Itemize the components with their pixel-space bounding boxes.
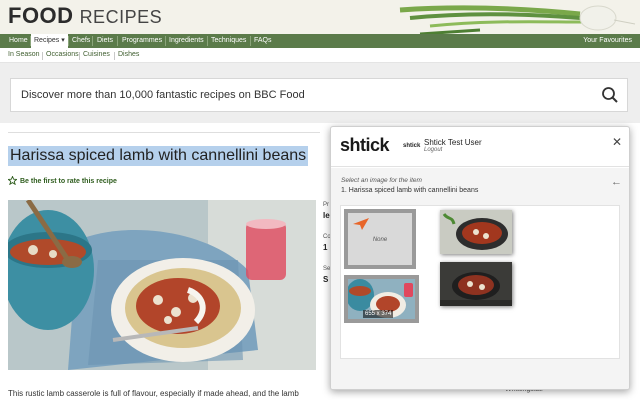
search-icon[interactable] [601,86,619,104]
subnav-divider [42,52,43,60]
none-label: None [372,237,388,243]
shtick-user-name: Shtick Test User [424,138,482,147]
nav-recipes[interactable]: Recipes ▾ [31,34,68,48]
subnav-in-season[interactable]: In Season [8,51,40,58]
cursor-arrow-icon [353,218,369,230]
search-section: Discover more than 10,000 fantastic reci… [0,63,640,123]
close-icon[interactable]: ✕ [612,135,622,149]
nav-diets[interactable]: Diets [94,34,116,48]
nav-programmes[interactable]: Programmes [119,34,165,48]
side-value-3: S [323,275,329,284]
rate-label: Be the first to rate this recipe [20,178,117,185]
main-nav: Home Recipes ▾ Chefs Diets Programmes In… [0,34,640,48]
star-icon [8,176,17,185]
subnav-occasions[interactable]: Occasions [46,51,79,58]
search-placeholder: Discover more than 10,000 fantastic reci… [21,89,305,101]
shtick-header: shtick shtick Shtick Test User Logout ✕ [331,127,629,167]
site-logo[interactable]: FOOD RECIPES [8,3,162,29]
side-value-1: le [323,211,330,220]
page: FOOD RECIPES Home Recipes ▾ Chefs Diets P… [0,0,640,400]
recipe-intro: This rustic lamb casserole is full of fl… [8,389,299,398]
image-dimensions: 655 x 374 [363,310,394,318]
recipe-title: Harissa spiced lamb with cannellini bean… [8,146,309,166]
sub-nav: In Season Occasions Cuisines Dishes [0,48,640,63]
image-option-none[interactable]: None [344,209,416,269]
back-arrow-icon[interactable]: ← [611,176,622,188]
shtick-panel: shtick shtick Shtick Test User Logout ✕ … [330,126,630,390]
image-option-3[interactable] [440,262,512,306]
rate-recipe-link[interactable]: Be the first to rate this recipe [8,176,117,185]
shtick-body: Select an image for the item 1. Harissa … [331,168,629,389]
shtick-user-avatar: shtick [403,143,421,149]
site-header: FOOD RECIPES [0,0,640,34]
logout-link[interactable]: Logout [424,147,442,153]
brand-primary: FOOD [8,3,74,28]
subnav-divider [79,52,80,60]
nav-divider [92,36,93,46]
subnav-divider [114,52,115,60]
side-label-1: Pr [323,202,329,208]
nav-techniques[interactable]: Techniques [208,34,249,48]
nav-home[interactable]: Home [6,34,31,48]
brand-secondary: RECIPES [79,7,163,27]
nav-faqs[interactable]: FAQs [251,34,275,48]
content-divider [8,132,320,133]
nav-chefs[interactable]: Chefs [69,34,93,48]
shtick-logo: shtick [340,135,390,155]
image-grid: None 655 x 374 [340,205,620,359]
search-input[interactable]: Discover more than 10,000 fantastic reci… [10,78,628,112]
recipe-photo[interactable] [8,200,316,370]
your-favourites-link[interactable]: Your Favourites [583,34,632,48]
spring-onion-banner [399,5,636,34]
subnav-cuisines[interactable]: Cuisines [83,51,110,58]
image-option-2[interactable] [440,210,512,254]
side-value-2: 1 [323,243,328,252]
selected-item-label: 1. Harissa spiced lamb with cannellini b… [341,187,479,194]
nav-divider [117,36,118,46]
select-image-prompt: Select an image for the item [341,177,422,184]
nav-ingredients[interactable]: Ingredients [166,34,207,48]
subnav-dishes[interactable]: Dishes [118,51,139,58]
